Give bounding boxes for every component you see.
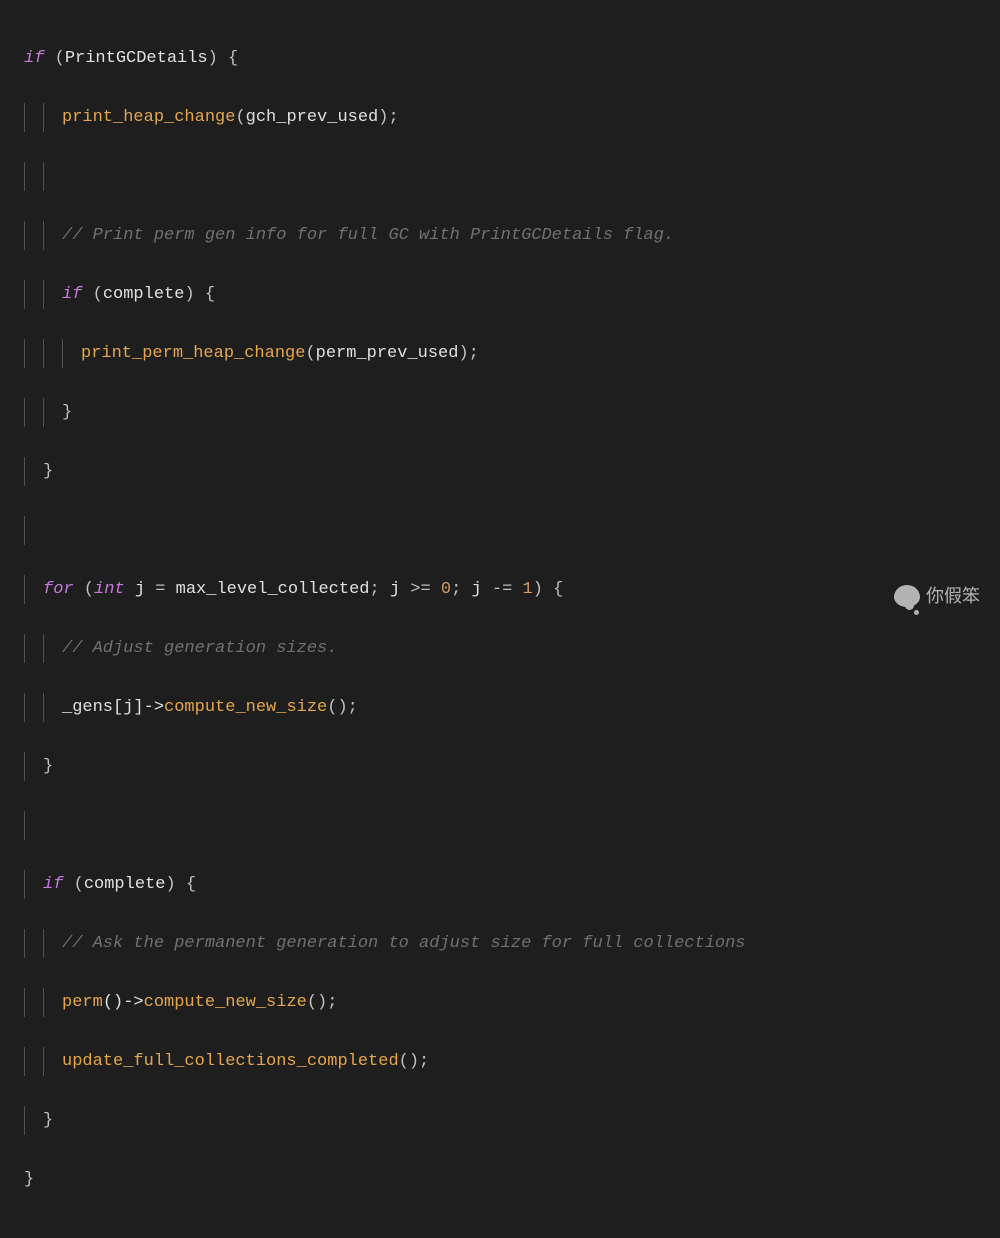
identifier: max_level_collected [176,580,370,599]
code-line: print_heap_change(gch_prev_used); [24,103,990,133]
code-line: if (complete) { [24,870,990,900]
function-call: print_perm_heap_change [81,344,305,363]
function-call: compute_new_size [164,698,327,717]
keyword-for: for [43,580,74,599]
code-line: } [24,457,990,487]
arrow-op: ()-> [103,993,144,1012]
code-line: update_full_collections_completed(); [24,1047,990,1077]
function-call: perm [62,993,103,1012]
code-line: if (complete) { [24,280,990,310]
punct: ; [451,580,461,599]
identifier: j [135,580,145,599]
watermark: 你假笨 [894,582,980,612]
code-line: // Adjust generation sizes. [24,634,990,664]
code-line: perm()->compute_new_size(); [24,988,990,1018]
punct: ; [369,580,379,599]
chat-bubble-icon [894,585,920,607]
watermark-text: 你假笨 [926,582,980,612]
type-int: int [94,580,125,599]
identifier: PrintGCDetails [65,49,208,68]
function-call: update_full_collections_completed [62,1052,399,1071]
identifier: complete [84,875,166,894]
operator: >= [410,580,430,599]
code-line: // Print perm gen info for full GC with … [24,221,990,251]
code-line: } [24,1106,990,1136]
code-line-blank [24,516,990,546]
number-literal: 0 [441,580,451,599]
code-line: } [24,1165,990,1195]
operator: = [155,580,165,599]
code-line: _gens[j]->compute_new_size(); [24,693,990,723]
code-line: } [24,398,990,428]
code-line: // Ask the permanent generation to adjus… [24,929,990,959]
identifier: _gens[j]-> [62,698,164,717]
identifier: gch_prev_used [246,108,379,127]
code-line-blank [24,811,990,841]
identifier: j [390,580,400,599]
comment: // Adjust generation sizes. [62,639,337,658]
code-line: for (int j = max_level_collected; j >= 0… [24,575,990,605]
number-literal: 1 [523,580,533,599]
code-line: if (PrintGCDetails) { [24,44,990,74]
comment: // Print perm gen info for full GC with … [62,226,674,245]
code-line: print_perm_heap_change(perm_prev_used); [24,339,990,369]
comment: // Ask the permanent generation to adjus… [62,934,746,953]
keyword-if: if [43,875,63,894]
code-line: } [24,752,990,782]
function-call: compute_new_size [144,993,307,1012]
keyword-if: if [62,285,82,304]
operator: -= [492,580,512,599]
identifier: perm_prev_used [316,344,459,363]
function-call: print_heap_change [62,108,235,127]
code-block: if (PrintGCDetails) { print_heap_change(… [0,0,1000,1238]
identifier: complete [103,285,185,304]
keyword-if: if [24,49,44,68]
identifier: j [472,580,482,599]
code-line-blank [24,162,990,192]
